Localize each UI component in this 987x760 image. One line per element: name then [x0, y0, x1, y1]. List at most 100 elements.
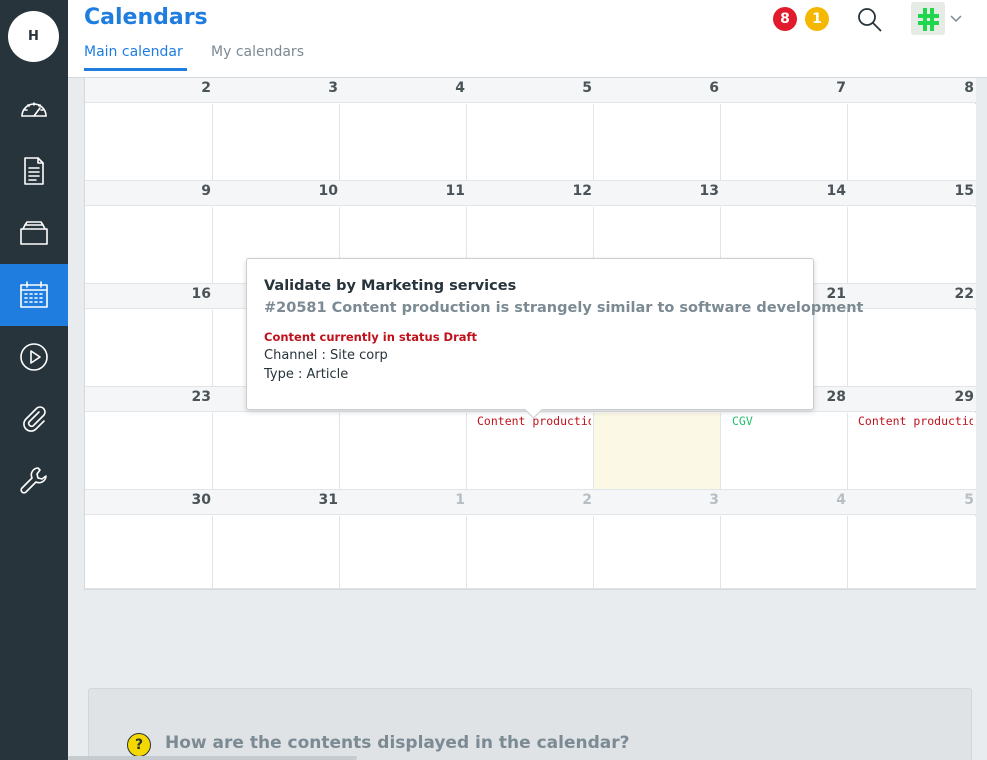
day-number: 16 [191, 286, 211, 302]
day-header: 30 [85, 490, 213, 515]
day-cell[interactable] [467, 104, 594, 181]
tooltip-status: Content currently in status Draft [264, 330, 478, 344]
sidebar-item-calendar[interactable] [0, 264, 68, 326]
horizontal-scrollbar[interactable] [68, 756, 357, 760]
calendar-event[interactable]: Content production i [858, 414, 973, 428]
day-cell[interactable] [213, 104, 340, 181]
paperclip-icon [23, 406, 46, 432]
sidebar-item-settings[interactable] [0, 450, 68, 512]
day-cell[interactable] [213, 413, 340, 490]
document-icon [24, 157, 44, 185]
dashboard-icon [21, 102, 47, 117]
day-cell[interactable] [467, 516, 594, 589]
day-number: 5 [582, 80, 592, 96]
day-number: 8 [964, 80, 974, 96]
day-cell[interactable] [721, 516, 848, 589]
day-cell[interactable] [721, 104, 848, 181]
notification-badge-red[interactable]: 8 [773, 7, 797, 31]
folder-icon [20, 221, 48, 245]
help-question-icon: ? [127, 733, 151, 757]
day-cell[interactable] [848, 310, 976, 387]
day-number: 30 [191, 492, 211, 508]
day-cell[interactable] [340, 413, 467, 490]
chevron-down-icon [950, 15, 962, 23]
wrench-icon [20, 467, 47, 494]
day-header: 6 [594, 78, 721, 103]
day-header: 1 [340, 490, 467, 515]
sidebar-item-contents[interactable] [0, 140, 68, 202]
day-header: 3 [594, 490, 721, 515]
day-cell[interactable] [85, 516, 213, 589]
day-number: 23 [191, 389, 211, 405]
day-header: 22 [848, 284, 976, 309]
day-number: 28 [826, 389, 846, 405]
search-button[interactable] [856, 6, 884, 34]
sidebar: H [0, 0, 68, 760]
day-number: 13 [699, 183, 719, 199]
sidebar-item-dashboard[interactable] [0, 79, 68, 141]
day-header: 5 [467, 78, 594, 103]
day-number: 9 [201, 183, 211, 199]
day-cell[interactable] [85, 310, 213, 387]
day-header: 3 [213, 78, 340, 103]
workspace-switcher[interactable] [911, 2, 945, 35]
day-header: 2 [85, 78, 213, 103]
day-header: 10 [213, 181, 340, 206]
calendar-event[interactable]: CGV [732, 414, 832, 428]
day-number: 3 [709, 492, 719, 508]
day-header: 23 [85, 387, 213, 412]
header: Calendars Main calendar My calendars 8 1 [68, 0, 987, 78]
sidebar-item-attachments[interactable] [0, 388, 68, 450]
day-number: 3 [328, 80, 338, 96]
calendar-week: 2 3 4 5 6 7 8 [85, 78, 976, 181]
day-header: 12 [467, 181, 594, 206]
day-number: 12 [572, 183, 592, 199]
help-question[interactable]: How are the contents displayed in the ca… [165, 733, 629, 753]
day-header: 15 [848, 181, 976, 206]
day-number: 22 [954, 286, 974, 302]
day-cell[interactable] [848, 207, 976, 284]
day-number: 14 [826, 183, 846, 199]
tooltip-type: Type : Article [264, 367, 349, 382]
tab-main-calendar[interactable]: Main calendar [84, 44, 187, 71]
day-cell[interactable] [594, 104, 721, 181]
day-cell[interactable] [594, 516, 721, 589]
calendar-icon [20, 281, 48, 308]
day-header: 2 [467, 490, 594, 515]
day-number: 31 [318, 492, 338, 508]
day-cell[interactable] [85, 413, 213, 490]
tooltip-content-link[interactable]: #20581 Content production is strangely s… [264, 300, 863, 316]
day-number: 7 [836, 80, 846, 96]
day-cell-today[interactable] [594, 413, 721, 490]
day-cell[interactable] [848, 516, 976, 589]
account-menu-toggle[interactable] [948, 10, 964, 26]
day-header: 9 [85, 181, 213, 206]
day-header: 4 [340, 78, 467, 103]
day-number: 6 [709, 80, 719, 96]
day-number: 2 [582, 492, 592, 508]
day-cell[interactable] [213, 516, 340, 589]
day-number: 4 [836, 492, 846, 508]
day-cell[interactable] [340, 516, 467, 589]
day-cell[interactable] [85, 207, 213, 284]
day-header: 13 [594, 181, 721, 206]
day-number: 10 [318, 183, 338, 199]
day-header: 29 [848, 387, 976, 412]
day-header: 4 [721, 490, 848, 515]
page-title: Calendars [84, 5, 208, 30]
brand-logo-icon [918, 7, 939, 31]
play-icon [20, 343, 48, 371]
avatar[interactable]: H [8, 11, 59, 62]
day-header: 31 [213, 490, 340, 515]
day-number: 15 [954, 183, 974, 199]
day-cell[interactable] [85, 104, 213, 181]
tooltip-title: Validate by Marketing services [264, 278, 517, 294]
day-cell[interactable] [848, 104, 976, 181]
notification-badge-yellow[interactable]: 1 [805, 7, 829, 31]
tab-my-calendars[interactable]: My calendars [211, 44, 304, 68]
sidebar-item-media[interactable] [0, 202, 68, 264]
sidebar-item-media-player[interactable] [0, 326, 68, 388]
day-header: 11 [340, 181, 467, 206]
calendar-week: 30 31 1 2 3 4 5 [85, 490, 976, 593]
day-cell[interactable] [340, 104, 467, 181]
